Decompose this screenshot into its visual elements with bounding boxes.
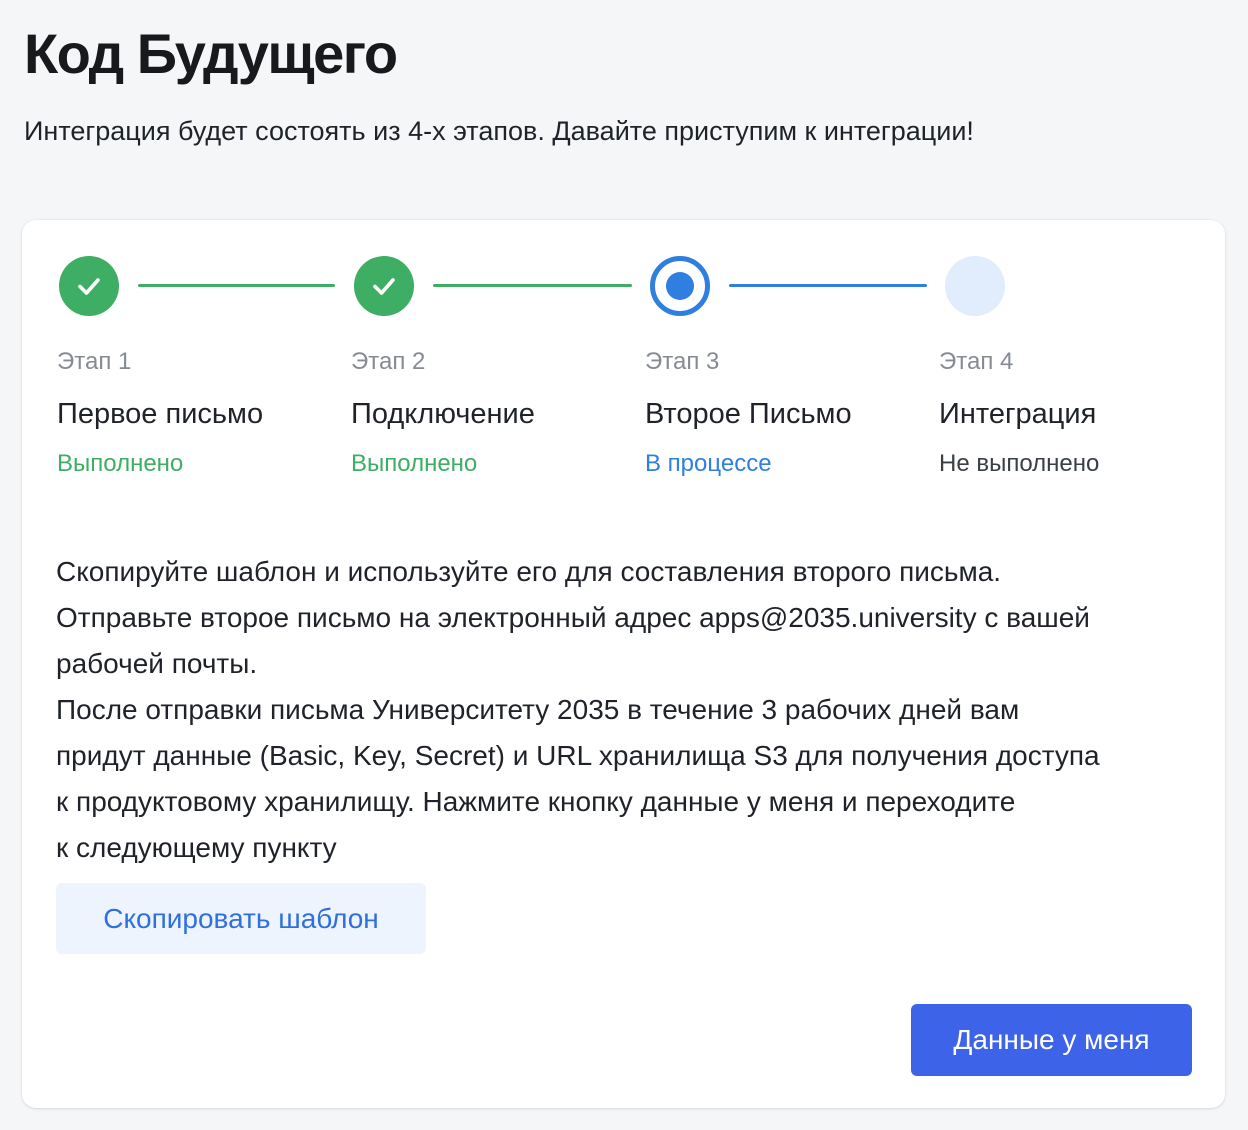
instructions-line: рабочей почты.	[56, 648, 258, 679]
instructions-line: к продуктовому хранилищу. Нажмите кнопку…	[56, 786, 1016, 817]
step-3-radio-active-icon	[650, 256, 710, 316]
step-connector-1	[138, 284, 335, 287]
stepper: Этап 1 Первое письмо Выполнено Этап 2 По…	[22, 220, 1225, 490]
instructions-line: Отправьте второе письмо на электронный а…	[56, 602, 1090, 633]
step-title: Интеграция	[939, 397, 1097, 430]
step-title: Первое письмо	[57, 397, 264, 430]
instructions-text: Скопируйте шаблон и используйте его для …	[56, 549, 1206, 871]
step-connector-3	[729, 284, 927, 287]
step-title: Второе Письмо	[645, 397, 852, 430]
step-number: Этап 4	[939, 348, 1014, 375]
step-4-circle-empty-icon	[945, 256, 1005, 316]
instructions-line: После отправки письма Университету 2035 …	[56, 694, 1020, 725]
page-subtitle: Интеграция будет состоять из 4-х этапов.…	[24, 116, 974, 146]
step-title: Подключение	[351, 397, 535, 430]
step-connector-2	[433, 284, 632, 287]
integration-card: Этап 1 Первое письмо Выполнено Этап 2 По…	[22, 220, 1225, 1108]
instructions-line: к следующему пункту	[56, 832, 337, 863]
step-4: Этап 4 Интеграция Не выполнено	[939, 348, 1219, 478]
step-2-check-icon	[354, 256, 414, 316]
step-number: Этап 1	[57, 348, 132, 375]
step-number: Этап 3	[645, 348, 720, 375]
step-1-check-icon	[59, 256, 119, 316]
step-3: Этап 3 Второе Письмо В процессе	[645, 348, 925, 478]
step-2: Этап 2 Подключение Выполнено	[351, 348, 631, 478]
step-1: Этап 1 Первое письмо Выполнено	[57, 348, 337, 478]
copy-template-button[interactable]: Скопировать шаблон	[56, 883, 426, 954]
instructions-line: придут данные (Basic, Key, Secret) и URL…	[56, 740, 1100, 771]
page-title: Код Будущего	[24, 22, 398, 85]
step-status: Выполнено	[351, 449, 478, 477]
step-status: Выполнено	[57, 449, 184, 477]
step-status: Не выполнено	[939, 449, 1100, 477]
instructions-line: Скопируйте шаблон и используйте его для …	[56, 556, 1002, 587]
step-status: В процессе	[645, 449, 772, 477]
step-number: Этап 2	[351, 348, 426, 375]
have-data-button[interactable]: Данные у меня	[911, 1004, 1192, 1076]
